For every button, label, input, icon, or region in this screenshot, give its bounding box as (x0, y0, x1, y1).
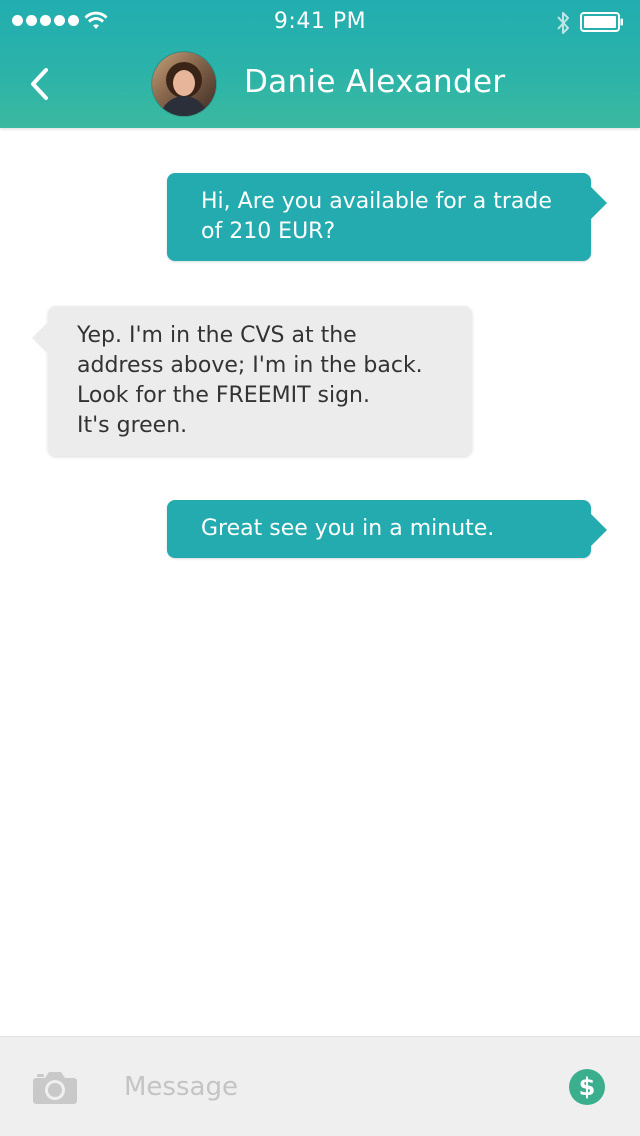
chat-screen: 9:41 PM Danie Alexander Hi, Are you avai… (0, 0, 640, 1136)
bluetooth-icon (557, 12, 569, 34)
avatar[interactable] (152, 52, 216, 116)
message-input[interactable] (124, 1067, 524, 1107)
message-bubble-sent[interactable]: Hi, Are you available for a trade of 210… (167, 173, 607, 261)
contact-name: Danie Alexander (244, 64, 506, 100)
status-bar: 9:41 PM (0, 0, 640, 44)
battery-icon (580, 12, 623, 32)
status-time: 9:41 PM (273, 9, 367, 34)
message-text: Hi, Are you available for a trade of 210… (201, 189, 552, 244)
message-text: Great see you in a minute. (201, 516, 495, 541)
message-bubble-sent[interactable]: Great see you in a minute. (167, 500, 607, 558)
chevron-left-icon[interactable] (24, 64, 60, 104)
message-bubble-received[interactable]: Yep. I'm in the CVS at the address above… (32, 306, 472, 456)
message-text: Yep. I'm in the CVS at the address above… (77, 323, 423, 438)
dollar-icon[interactable]: $ (569, 1069, 605, 1105)
camera-icon[interactable] (32, 1069, 78, 1105)
chat-header: 9:41 PM Danie Alexander (0, 0, 640, 128)
message-composer: $ (0, 1036, 640, 1136)
